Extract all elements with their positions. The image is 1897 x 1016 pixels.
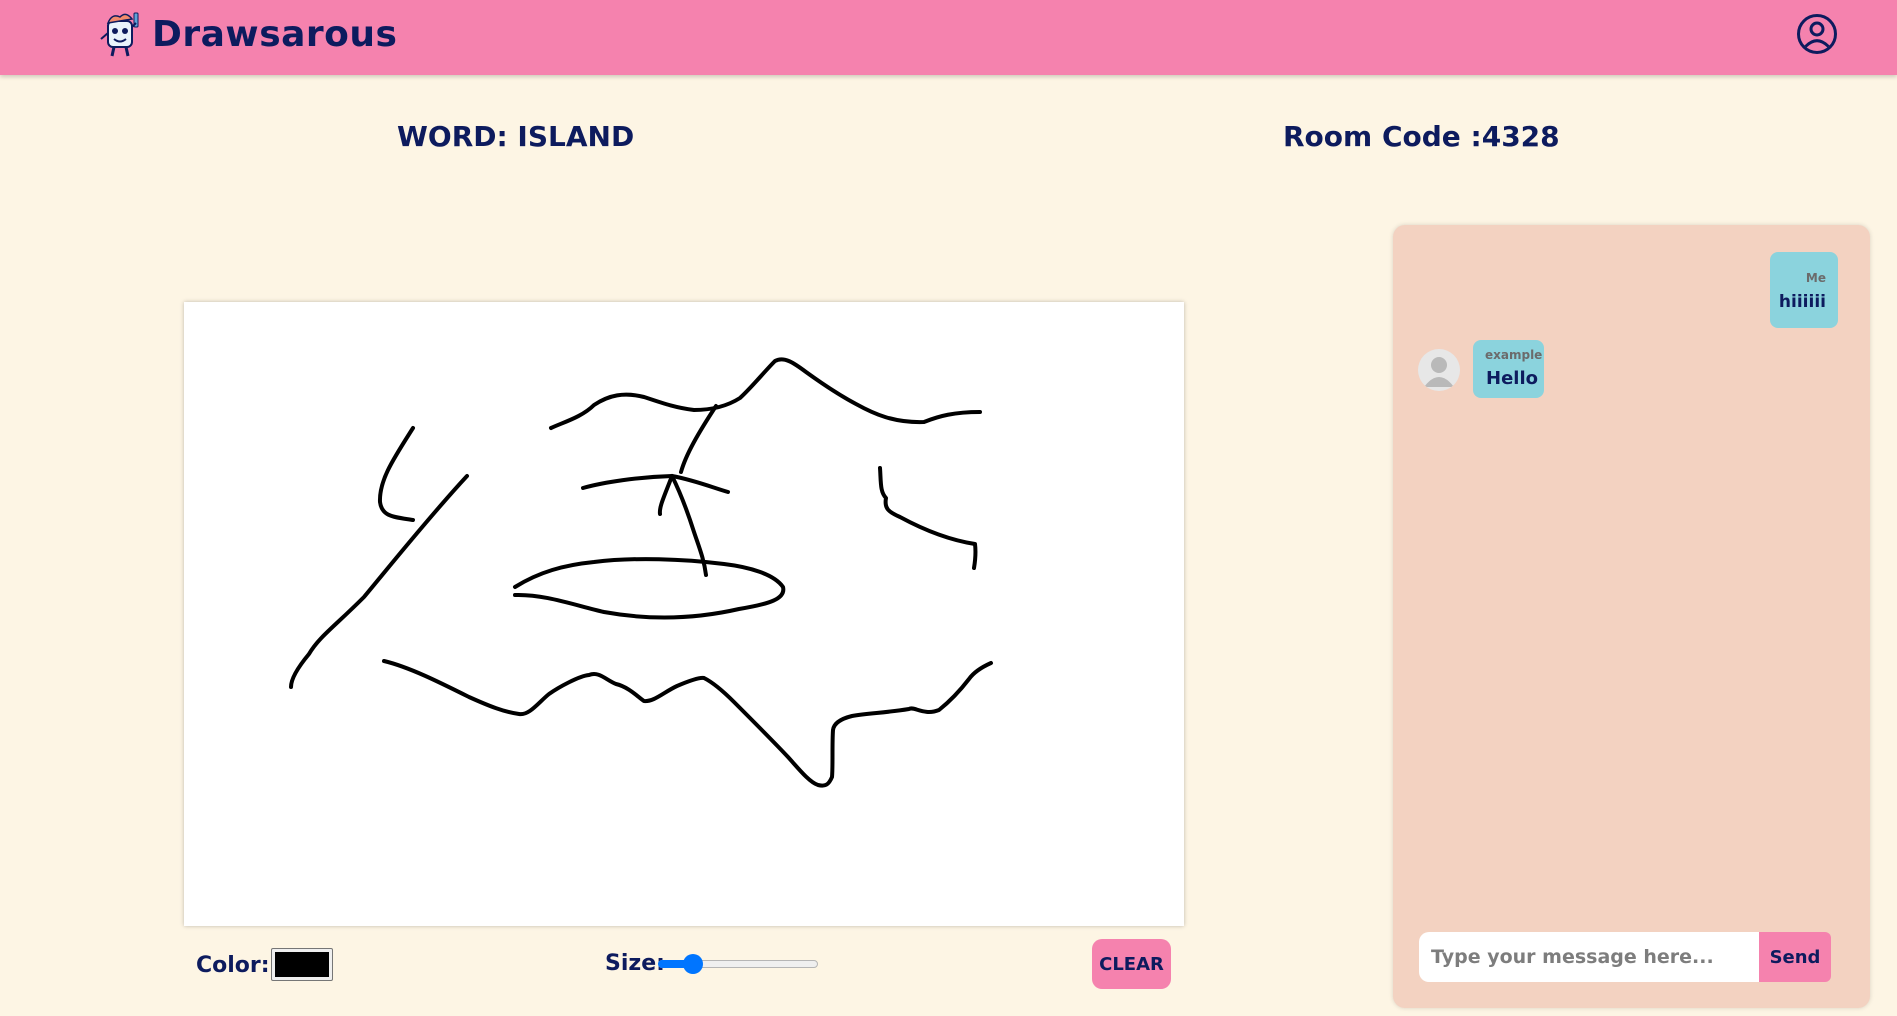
send-button[interactable]: Send — [1759, 932, 1831, 982]
message-sender: Me — [1805, 271, 1826, 285]
size-label: Size: — [605, 951, 665, 976]
user-avatar-icon — [1424, 357, 1454, 387]
brush-size-slider[interactable] — [658, 952, 818, 974]
message-text: Hello — [1486, 368, 1538, 389]
logo-icon — [100, 12, 139, 57]
user-circle-icon[interactable] — [1796, 13, 1838, 55]
message-input[interactable] — [1419, 932, 1760, 982]
chat-message-other: example Hello — [1473, 340, 1544, 398]
chat-message-own: Me hiiiiii — [1770, 252, 1838, 328]
app-brand: Drawsarous — [152, 14, 398, 55]
color-picker-swatch — [275, 952, 329, 977]
slider-thumb[interactable] — [683, 954, 704, 974]
message-text: hiiiiii — [1778, 292, 1826, 312]
word-label: WORD: ISLAND — [397, 120, 635, 153]
color-label: Color: — [196, 953, 270, 978]
chat-panel — [1393, 225, 1870, 1008]
clear-button[interactable]: CLEAR — [1092, 939, 1171, 989]
message-sender: example — [1485, 348, 1543, 362]
room-code: Room Code :4328 — [1283, 120, 1560, 153]
app-header: Drawsarous — [0, 0, 1897, 75]
color-picker[interactable] — [271, 948, 333, 981]
avatar — [1418, 349, 1460, 391]
drawing-strokes — [289, 357, 993, 788]
drawing-canvas[interactable] — [184, 302, 1184, 926]
